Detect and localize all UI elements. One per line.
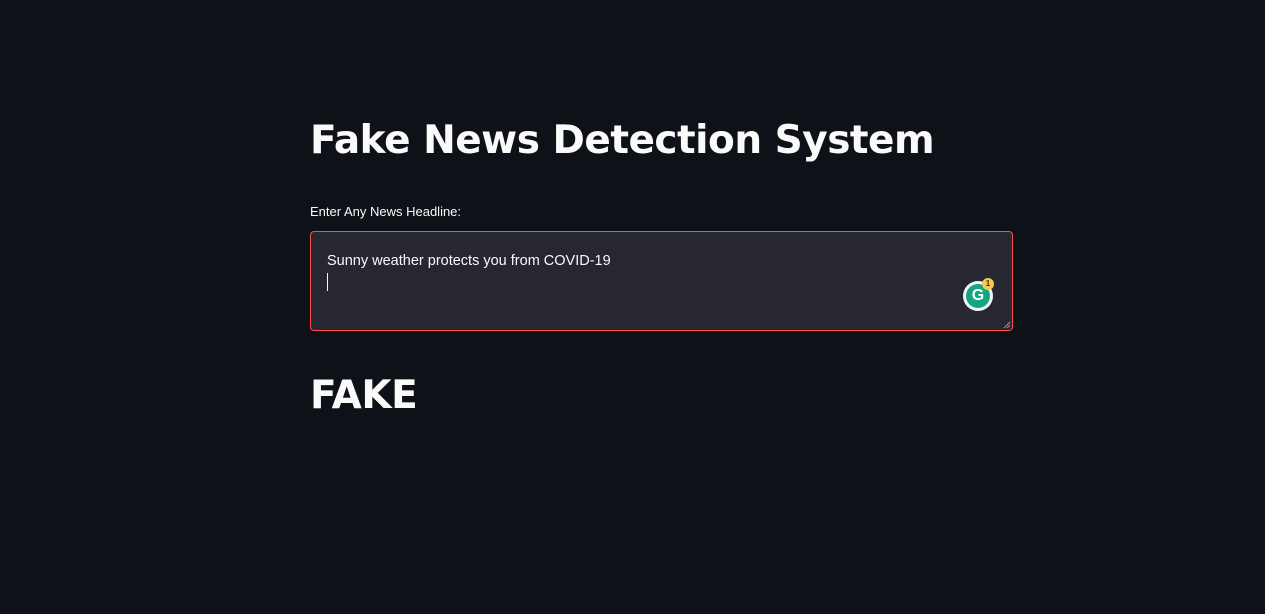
headline-textarea[interactable]: Sunny weather protects you from COVID-19… [310,231,1013,331]
page-title: Fake News Detection System [310,118,935,163]
headline-input-label: Enter Any News Headline: [310,204,462,219]
prediction-result: FAKE [310,373,418,418]
grammarly-icon[interactable]: G 1 [963,278,994,311]
text-caret [327,273,328,291]
app-root: Fake News Detection System Enter Any New… [0,0,1265,614]
resize-handle-icon[interactable] [1003,321,1011,329]
grammarly-badge: 1 [982,278,994,290]
headline-textarea-value[interactable]: Sunny weather protects you from COVID-19 [327,252,611,270]
